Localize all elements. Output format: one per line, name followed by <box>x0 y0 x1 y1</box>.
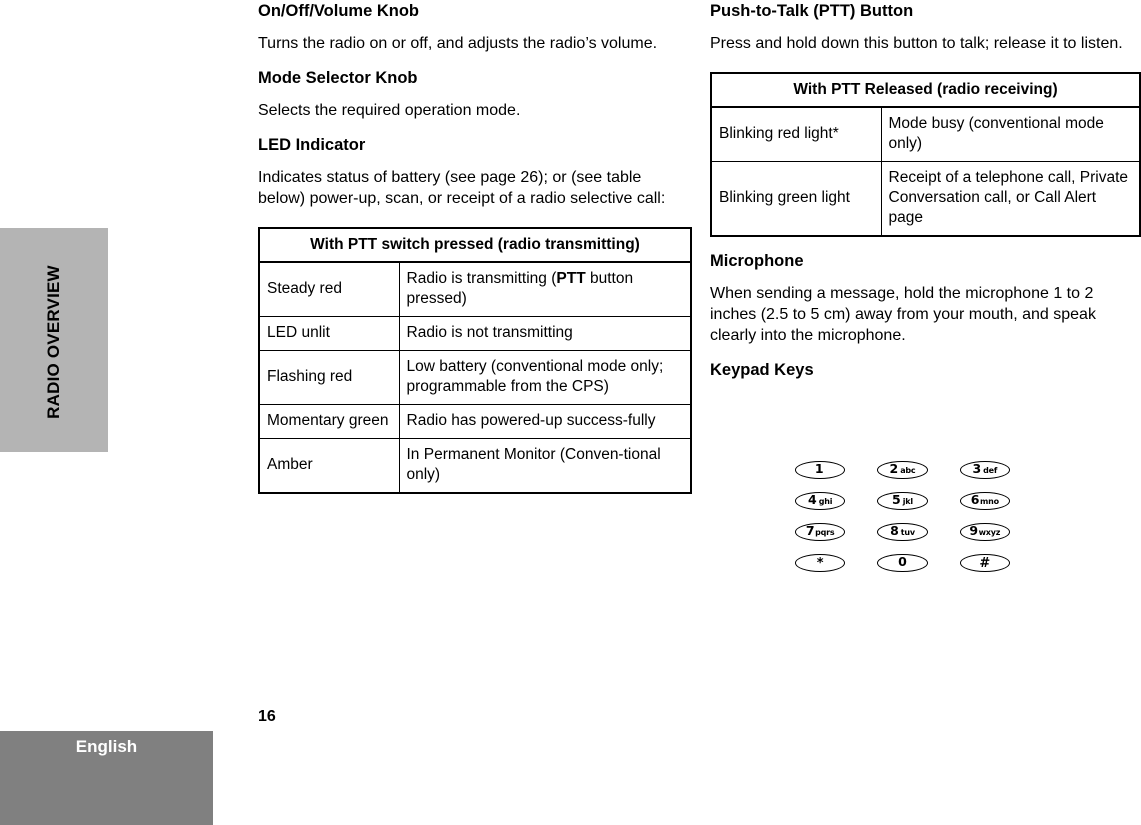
table-row: Blinking red light* Mode busy (conventio… <box>711 106 1140 162</box>
heading-on-off-volume-knob: On/Off/Volume Knob <box>258 2 420 20</box>
keypad-key-2: 2 abc <box>877 461 928 479</box>
cell-led-meaning: Radio is not transmitting <box>398 316 691 351</box>
key-digit: 7 <box>805 523 815 539</box>
meaning-bold: PTT <box>556 270 586 287</box>
heading-mode-selector-knob: Mode Selector Knob <box>258 69 418 87</box>
cell-led-state: Blinking green light <box>711 161 882 237</box>
key-digit: 6 <box>970 492 980 508</box>
key-digit: 2 <box>889 461 899 477</box>
key-digit: * <box>816 555 824 571</box>
table-body: Steady red Radio is transmitting (PTT bu… <box>259 261 691 494</box>
keypad-key-0: 0 <box>877 554 928 572</box>
key-letters: def <box>983 465 998 475</box>
meaning-pre: Radio is transmitting ( <box>406 270 557 287</box>
paragraph-on-off-volume-knob: Turns the radio on or off, and adjusts t… <box>258 35 658 52</box>
led-indicator-receiving-table: With PTT Released (radio receiving) Blin… <box>710 72 1141 237</box>
key-letters: abc <box>900 465 916 475</box>
keypad-key-1: 1 <box>795 461 846 479</box>
cell-led-meaning: In Permanent Monitor (Conven-tional only… <box>398 438 691 494</box>
table-row: Steady red Radio is transmitting (PTT bu… <box>259 261 691 317</box>
key-digit: 9 <box>969 523 979 539</box>
keypad-key-3: 3 def <box>959 461 1010 479</box>
key-letters: wxyz <box>978 527 1001 537</box>
keypad-key-star: * <box>795 554 846 572</box>
keypad-diagram: 1 2 abc 3 def 4 ghi 5 jkl 6 mno 7 pqrs 8 tuv 9w… <box>795 461 1010 572</box>
keypad-key-6: 6 mno <box>959 492 1010 510</box>
heading-microphone: Microphone <box>710 252 804 270</box>
cell-led-meaning: Mode busy (conventional mode only) <box>880 106 1140 162</box>
heading-push-to-talk-button: Push-to-Talk (PTT) Button <box>710 2 914 20</box>
keypad-key-hash: # <box>959 554 1010 572</box>
cell-led-meaning: Radio has powered-up success-fully <box>398 404 691 439</box>
keypad-key-5: 5 jkl <box>877 492 928 510</box>
keypad-row: 4 ghi 5 jkl 6 mno <box>795 492 1010 510</box>
cell-led-state: Momentary green <box>259 404 400 439</box>
table-caption: With PTT Released (radio receiving) <box>711 73 1140 108</box>
paragraph-led-indicator: Indicates status of battery (see page 26… <box>258 169 666 207</box>
keypad-row: 1 2 abc 3 def <box>795 461 1010 479</box>
left-column: On/Off/Volume Knob Turns the radio on or… <box>258 0 692 494</box>
table-caption: With PTT switch pressed (radio transmitt… <box>259 228 691 263</box>
key-letters: mno <box>979 496 999 506</box>
key-digit: 0 <box>898 554 907 570</box>
table-row: Flashing red Low battery (conventional m… <box>259 350 691 405</box>
table-body: Blinking red light* Mode busy (conventio… <box>711 106 1140 237</box>
led-indicator-transmitting-table: With PTT switch pressed (radio transmitt… <box>258 227 692 494</box>
keypad-key-9: 9 wxyz <box>959 523 1010 541</box>
language-footer-block: English <box>0 731 213 825</box>
paragraph-mode-selector-knob: Selects the required operation mode. <box>258 102 521 119</box>
cell-led-state: Blinking red light* <box>711 106 882 162</box>
keypad-row: 7 pqrs 8 tuv 9 wxyz <box>795 523 1010 541</box>
cell-led-state: Amber <box>259 438 400 494</box>
paragraph-microphone: When sending a message, hold the microph… <box>710 285 1096 344</box>
cell-led-state: Flashing red <box>259 350 400 405</box>
key-digit: # <box>979 555 991 571</box>
keypad-key-7: 7 pqrs <box>795 523 846 541</box>
key-digit: 8 <box>890 523 899 539</box>
keypad-row: * 0 # <box>795 554 1010 572</box>
key-digit: 1 <box>814 461 824 477</box>
chapter-tab-label: RADIO OVERVIEW <box>44 265 63 419</box>
key-digit: 5 <box>892 492 901 508</box>
paragraph-push-to-talk-button: Press and hold down this button to talk;… <box>710 35 1123 52</box>
heading-led-indicator: LED Indicator <box>258 136 366 154</box>
page-number: 16 <box>258 708 276 725</box>
language-label: English <box>75 737 138 756</box>
key-letters: tuv <box>900 527 915 537</box>
table-row: Blinking green light Receipt of a teleph… <box>711 161 1140 237</box>
cell-led-meaning: Receipt of a telephone call, Private Con… <box>880 161 1140 237</box>
table-row: Amber In Permanent Monitor (Conven-tiona… <box>259 438 691 494</box>
key-letters: ghi <box>818 496 833 506</box>
heading-keypad-keys: Keypad Keys <box>710 361 814 379</box>
key-digit: 4 <box>808 492 817 508</box>
key-letters: pqrs <box>815 527 835 537</box>
key-letters: jkl <box>902 496 913 506</box>
right-column: Push-to-Talk (PTT) Button Press and hold… <box>710 0 1141 380</box>
cell-led-state: LED unlit <box>259 316 400 351</box>
table-row: Momentary green Radio has powered-up suc… <box>259 404 691 439</box>
keypad-key-4: 4 ghi <box>795 492 846 510</box>
cell-led-meaning: Radio is transmitting (PTT button presse… <box>398 261 691 317</box>
cell-led-meaning: Low battery (conventional mode only; pro… <box>398 350 691 405</box>
table-row: LED unlit Radio is not transmitting <box>259 316 691 351</box>
keypad-key-8: 8 tuv <box>877 523 928 541</box>
chapter-tab: RADIO OVERVIEW <box>0 228 108 452</box>
key-digit: 3 <box>972 461 982 477</box>
cell-led-state: Steady red <box>259 261 400 317</box>
